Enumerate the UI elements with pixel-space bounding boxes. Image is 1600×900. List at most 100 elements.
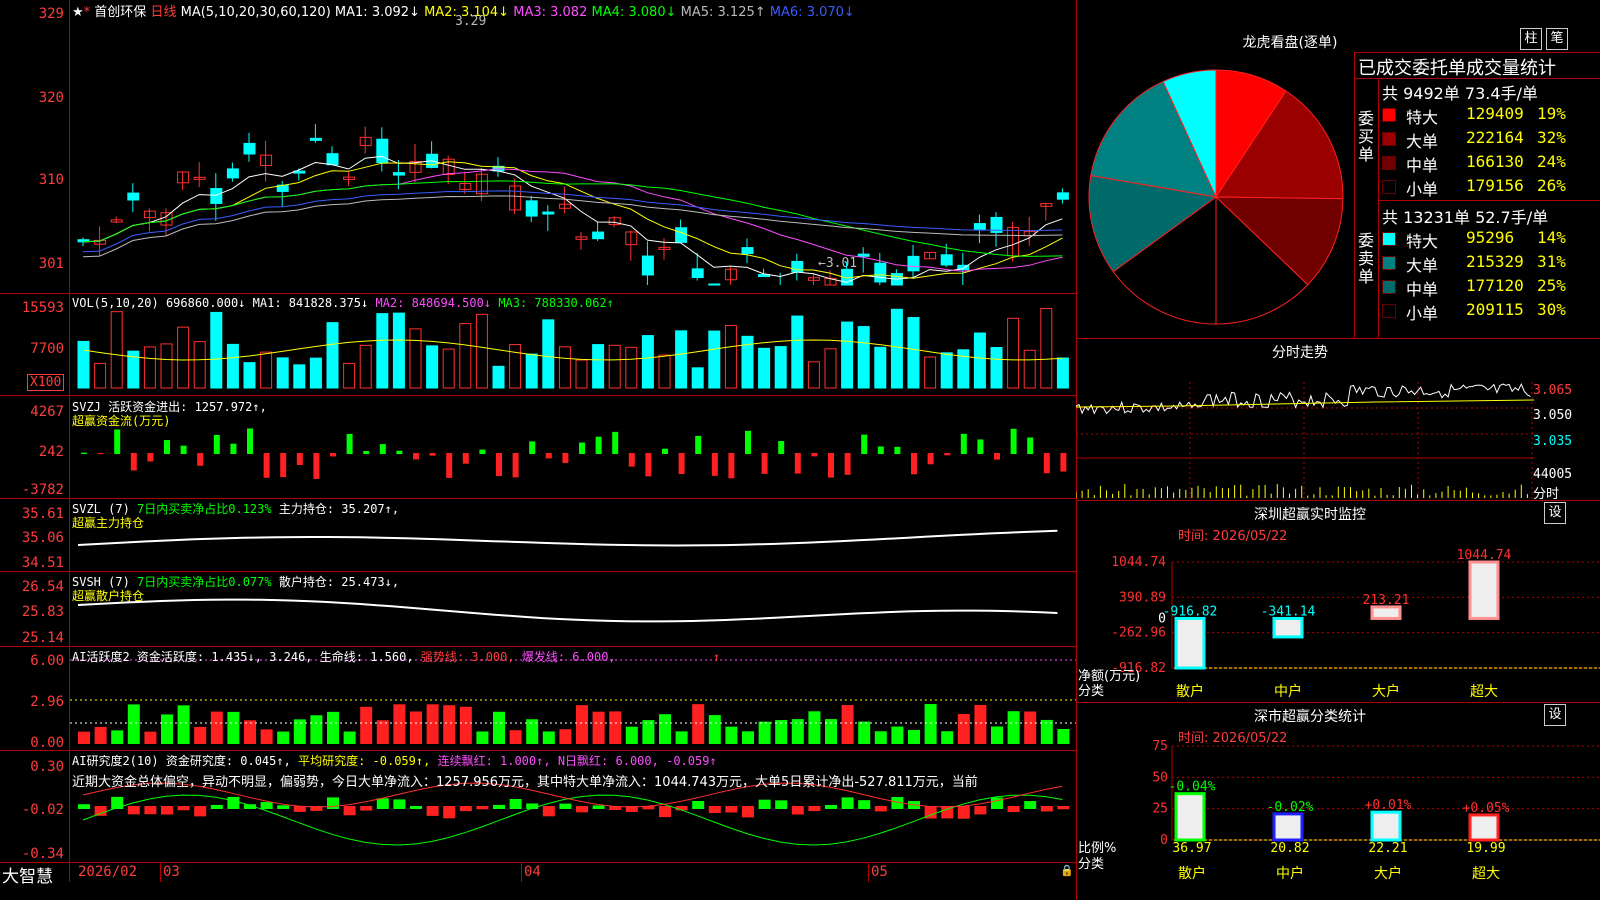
- fund-flow-bar: [894, 446, 901, 454]
- activity-bar: [1007, 711, 1020, 744]
- ai2-nday: N日飘红: 6.000,: [557, 754, 659, 768]
- research-bar: [210, 804, 223, 809]
- fund-flow-bar: [944, 453, 951, 456]
- buy-row-val: 179156: [1466, 176, 1524, 195]
- cls-delta: +0.05%: [1463, 801, 1510, 816]
- fund-flow-bar: [678, 453, 685, 475]
- svsh-tick: 26.54: [21, 579, 64, 595]
- candle: [857, 253, 870, 257]
- activity-bar: [1024, 711, 1037, 744]
- research-bar: [659, 806, 671, 818]
- date-tick: 04: [524, 864, 541, 880]
- fund-flow-bar: [545, 453, 552, 459]
- research-bar: [808, 806, 821, 812]
- sell-row-val: 209115: [1466, 300, 1524, 319]
- activity-bar: [692, 704, 705, 744]
- research-bar: [94, 806, 107, 816]
- ts-price-line: [1076, 383, 1531, 415]
- candle: [210, 188, 223, 204]
- timeshare-chart[interactable]: [1076, 362, 1600, 500]
- research-bar: [343, 806, 356, 816]
- activity-bar: [227, 711, 240, 744]
- volume-bar: [658, 354, 671, 389]
- research-bar: [327, 797, 339, 809]
- cls-category: 超大: [1472, 866, 1500, 882]
- kline-chart[interactable]: [70, 0, 1076, 862]
- tick-mode-button[interactable]: 笔: [1546, 28, 1568, 50]
- volume-bar: [392, 312, 405, 389]
- fund-flow-bar: [130, 453, 137, 471]
- volume-bar: [509, 344, 522, 389]
- monitor-bar-chart: 1044.74390.89-262.96-916.820-916.82散户-34…: [1078, 548, 1600, 700]
- fund-flow-bar: [379, 444, 386, 454]
- legend-swatch: [1382, 280, 1396, 294]
- bar-mode-button[interactable]: 柱: [1520, 28, 1542, 50]
- candle: [127, 192, 140, 201]
- buy-row-name: 中单: [1406, 156, 1439, 175]
- ai1-activity: 资金活跃度: 1.435↓, 3.246,: [136, 650, 313, 664]
- research-bar: [708, 806, 721, 814]
- research-bar: [393, 799, 406, 809]
- vol-tick: 15593: [21, 300, 64, 316]
- dragon-vline: [1378, 78, 1379, 338]
- fund-flow-bar: [778, 441, 785, 454]
- vol-ma3: MA3: 788330.062↑: [498, 296, 614, 310]
- ts-tick: 3.035: [1533, 434, 1573, 449]
- research-bar: [161, 806, 173, 815]
- fund-flow-bar: [645, 453, 652, 477]
- ai1-arrow: ↑: [712, 650, 721, 664]
- volume-bar: [359, 344, 372, 389]
- research-bar: [410, 805, 422, 809]
- activity-bar: [327, 711, 339, 744]
- svzl-tick: 35.61: [21, 506, 64, 522]
- dragon-subtitle: 已成交委托单成交量统计: [1358, 58, 1556, 79]
- sell-row-pct: 31%: [1537, 252, 1566, 271]
- classify-settings-button[interactable]: 设: [1544, 704, 1566, 726]
- fund-flow-bar: [180, 445, 187, 454]
- fund-flow-bar: [562, 453, 569, 463]
- date-tick: 03: [163, 864, 180, 880]
- date-tick: 05: [871, 864, 888, 880]
- pane-divider: [1076, 702, 1600, 703]
- activity-bar: [559, 729, 572, 744]
- mon-bar-value: -916.82: [1163, 604, 1218, 619]
- lock-icon[interactable]: 🔒: [1060, 864, 1074, 877]
- volume-bar: [326, 322, 339, 389]
- activity-bar: [941, 731, 954, 744]
- volume-bar: [841, 321, 854, 389]
- buy-total: 共 9492单 73.4手/单: [1382, 84, 1538, 103]
- candle: [558, 203, 571, 209]
- research-bar: [592, 805, 605, 809]
- cls-axis-title: 比例%: [1078, 841, 1116, 856]
- fund-flow-bar: [1043, 453, 1050, 474]
- volume-bar: [791, 315, 804, 389]
- activity-bar: [576, 705, 588, 744]
- research-bar: [692, 800, 705, 809]
- volume-bar: [1040, 308, 1053, 389]
- volume-bar: [724, 325, 737, 389]
- cls-category: 大户: [1374, 865, 1402, 882]
- cls-delta: -0.02%: [1267, 800, 1314, 815]
- candle: [592, 231, 605, 240]
- fund-flow-bar: [911, 453, 917, 475]
- sell-row-val: 177120: [1466, 276, 1524, 295]
- monitor-settings-button[interactable]: 设: [1544, 502, 1566, 524]
- legend-swatch: [1382, 180, 1396, 194]
- candle: [392, 172, 405, 176]
- volume-bar: [492, 365, 505, 389]
- legend-swatch: [1382, 108, 1396, 122]
- activity-bar: [974, 704, 987, 744]
- volume-bar: [874, 346, 887, 389]
- volume-bar: [1007, 317, 1020, 389]
- research-bar: [1057, 806, 1070, 810]
- buy-label: 委买单: [1358, 109, 1375, 164]
- svzl-line2: 超赢主力持仓: [72, 516, 145, 530]
- volume-bar: [924, 356, 937, 389]
- fund-flow-bar: [413, 453, 419, 460]
- monitor-title: 深圳超赢实时监控: [1254, 507, 1366, 523]
- volume-bar: [691, 367, 704, 389]
- candle: [741, 247, 754, 255]
- activity-bar: [659, 714, 671, 744]
- cls-bar: [1272, 812, 1304, 842]
- fund-flow-bar: [97, 453, 104, 455]
